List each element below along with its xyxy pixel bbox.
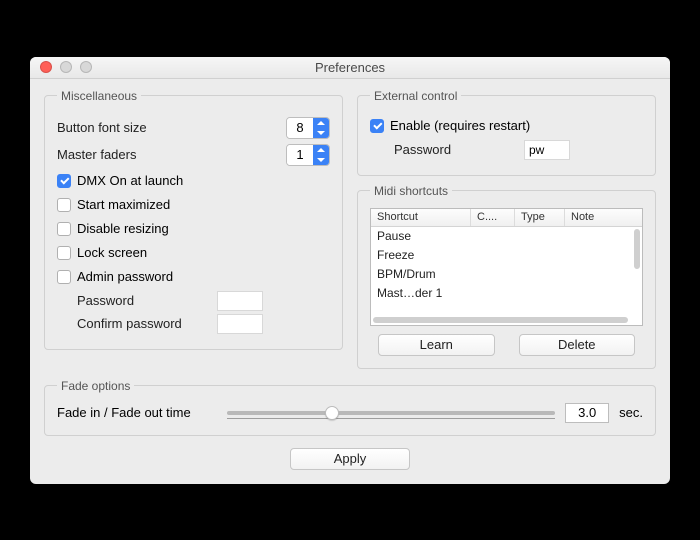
close-icon[interactable] — [40, 61, 52, 73]
checkbox-icon[interactable] — [57, 198, 71, 212]
table-body[interactable]: Pause Freeze BPM/Drum Mast…der 1 — [371, 227, 642, 317]
enable-external-checkbox[interactable]: Enable (requires restart) — [370, 115, 643, 137]
button-font-size-label: Button font size — [57, 120, 286, 135]
admin-pw-label: Password — [77, 293, 217, 308]
stepper-arrows-icon[interactable] — [313, 118, 329, 138]
col-channel[interactable]: C.... — [471, 209, 515, 226]
start-maximized-checkbox[interactable]: Start maximized — [57, 194, 330, 216]
vertical-scrollbar[interactable] — [634, 229, 640, 313]
midi-shortcuts-table[interactable]: Shortcut C.... Type Note Pause Freeze BP… — [370, 208, 643, 326]
start-maximized-label: Start maximized — [77, 197, 170, 212]
minimize-icon — [60, 61, 72, 73]
lock-screen-checkbox[interactable]: Lock screen — [57, 242, 330, 264]
admin-password-label: Admin password — [77, 269, 173, 284]
table-row[interactable]: Freeze — [371, 246, 642, 265]
admin-pw-confirm-label: Confirm password — [77, 316, 217, 331]
chevron-up-icon[interactable] — [313, 145, 329, 155]
chevron-down-icon[interactable] — [313, 128, 329, 138]
table-header[interactable]: Shortcut C.... Type Note — [371, 209, 642, 227]
dmx-on-launch-label: DMX On at launch — [77, 173, 183, 188]
traffic-lights — [30, 61, 92, 73]
master-faders-label: Master faders — [57, 147, 286, 162]
external-password-input[interactable] — [524, 140, 570, 160]
chevron-up-icon[interactable] — [313, 118, 329, 128]
legend-miscellaneous: Miscellaneous — [57, 89, 141, 103]
table-row[interactable]: Pause — [371, 227, 642, 246]
window-title: Preferences — [30, 60, 670, 75]
group-miscellaneous: Miscellaneous Button font size Maste — [44, 89, 343, 350]
stepper-arrows-icon[interactable] — [313, 145, 329, 165]
legend-fade: Fade options — [57, 379, 134, 393]
dmx-on-launch-checkbox[interactable]: DMX On at launch — [57, 170, 330, 192]
zoom-icon — [80, 61, 92, 73]
table-row[interactable]: BPM/Drum — [371, 265, 642, 284]
disable-resizing-label: Disable resizing — [77, 221, 169, 236]
horizontal-scrollbar[interactable] — [373, 317, 628, 323]
col-note[interactable]: Note — [565, 209, 642, 226]
checkbox-icon[interactable] — [57, 222, 71, 236]
apply-button[interactable]: Apply — [290, 448, 410, 470]
table-row[interactable]: Mast…der 1 — [371, 284, 642, 303]
master-faders-input[interactable] — [287, 145, 313, 165]
admin-password-input[interactable] — [217, 291, 263, 311]
enable-external-label: Enable (requires restart) — [390, 118, 530, 133]
button-font-size-input[interactable] — [287, 118, 313, 138]
disable-resizing-checkbox[interactable]: Disable resizing — [57, 218, 330, 240]
fade-unit: sec. — [619, 405, 643, 420]
master-faders-stepper[interactable] — [286, 144, 330, 166]
preferences-window: Preferences Miscellaneous Button font si… — [30, 57, 670, 484]
fade-slider[interactable] — [227, 403, 555, 423]
group-fade-options: Fade options Fade in / Fade out time sec… — [44, 379, 656, 436]
group-external-control: External control Enable (requires restar… — [357, 89, 656, 176]
fade-value-input[interactable] — [565, 403, 609, 423]
col-type[interactable]: Type — [515, 209, 565, 226]
chevron-down-icon[interactable] — [313, 155, 329, 165]
checkbox-icon[interactable] — [57, 246, 71, 260]
checkbox-icon[interactable] — [57, 174, 71, 188]
slider-thumb-icon[interactable] — [325, 406, 339, 420]
legend-external: External control — [370, 89, 461, 103]
delete-button[interactable]: Delete — [519, 334, 636, 356]
col-shortcut[interactable]: Shortcut — [371, 209, 471, 226]
button-font-size-stepper[interactable] — [286, 117, 330, 139]
checkbox-icon[interactable] — [370, 119, 384, 133]
admin-password-checkbox[interactable]: Admin password — [57, 266, 330, 288]
external-password-label: Password — [394, 142, 524, 157]
checkbox-icon[interactable] — [57, 270, 71, 284]
learn-button[interactable]: Learn — [378, 334, 495, 356]
group-midi-shortcuts: Midi shortcuts Shortcut C.... Type Note … — [357, 184, 656, 369]
fade-label: Fade in / Fade out time — [57, 405, 217, 420]
legend-midi: Midi shortcuts — [370, 184, 452, 198]
lock-screen-label: Lock screen — [77, 245, 147, 260]
titlebar[interactable]: Preferences — [30, 57, 670, 79]
admin-password-confirm-input[interactable] — [217, 314, 263, 334]
